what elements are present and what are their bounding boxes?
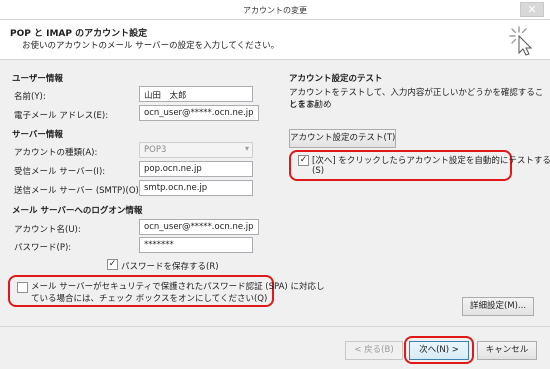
save-password-label[interactable]: パスワードを保存する(R): [121, 260, 219, 272]
name-label: 名前(Y):: [14, 92, 46, 102]
next-button[interactable]: 次へ(N) >: [409, 341, 469, 360]
window-title: アカウントの変更: [243, 6, 307, 15]
test-settings-heading: アカウント設定のテスト: [289, 74, 383, 84]
more-settings-button[interactable]: 詳細設定(M)...: [462, 297, 534, 316]
spa-label-line2[interactable]: ている場合には、チェック ボックスをオンにしてください(Q): [31, 292, 267, 304]
incoming-server-field[interactable]: pop.ocn.ne.jp: [139, 161, 253, 177]
password-field[interactable]: *******: [139, 237, 253, 253]
chevron-down-icon: ▾: [244, 144, 249, 153]
wizard-header: POP と IMAP のアカウント設定 お使いのアカウントのメール サーバーの設…: [0, 20, 550, 60]
name-field[interactable]: 山田 太郎: [139, 86, 253, 102]
user-info-heading: ユーザー情報: [12, 74, 63, 84]
account-name-field[interactable]: ocn_user@*****.ocn.ne.jp: [139, 219, 259, 235]
email-field[interactable]: ocn_user@*****.ocn.ne.jp: [139, 105, 259, 121]
cursor-sparkle-icon: [509, 26, 533, 56]
page-title: POP と IMAP のアカウント設定: [10, 29, 148, 39]
outgoing-server-field[interactable]: smtp.ocn.ne.jp: [139, 180, 253, 196]
test-description-line1: アカウントをテストして、入力内容が正しいかどうかを確認することをお勧め: [289, 88, 544, 110]
server-info-heading: サーバー情報: [12, 130, 63, 140]
back-button: < 戻る(B): [345, 341, 403, 360]
auto-test-checkbox[interactable]: ✓: [298, 155, 309, 166]
save-password-checkbox[interactable]: ✓: [107, 259, 118, 270]
account-type-label: アカウントの種類(A):: [14, 148, 98, 158]
account-type-select: POP3 ▾: [139, 142, 253, 158]
outgoing-server-label: 送信メール サーバー (SMTP)(O):: [14, 186, 142, 196]
email-label: 電子メール アドレス(E):: [14, 111, 109, 121]
incoming-server-label: 受信メール サーバー(I):: [14, 167, 106, 177]
account-type-value: POP3: [144, 145, 167, 155]
cancel-button[interactable]: キャンセル: [477, 341, 537, 360]
auto-test-label-line2[interactable]: (S): [312, 166, 324, 176]
title-bar: アカウントの変更 ✕: [0, 0, 550, 20]
account-name-label: アカウント名(U):: [14, 225, 81, 235]
logon-info-heading: メール サーバーへのログオン情報: [12, 206, 143, 216]
auto-test-label-line1[interactable]: [次へ] をクリックしたらアカウント設定を自動的にテストする: [312, 154, 550, 166]
spa-label-line1[interactable]: メール サーバーがセキュリティで保護されたパスワード認証 (SPA) に対応し: [31, 280, 324, 292]
footer-divider: [0, 326, 550, 327]
spa-checkbox[interactable]: [17, 282, 28, 293]
test-account-settings-button[interactable]: アカウント設定のテスト(T): [289, 129, 396, 148]
close-button[interactable]: ✕: [520, 2, 544, 17]
password-label: パスワード(P):: [14, 243, 72, 253]
test-description-line2: します。: [289, 100, 323, 110]
page-subtitle: お使いのアカウントのメール サーバーの設定を入力してください。: [22, 41, 280, 51]
